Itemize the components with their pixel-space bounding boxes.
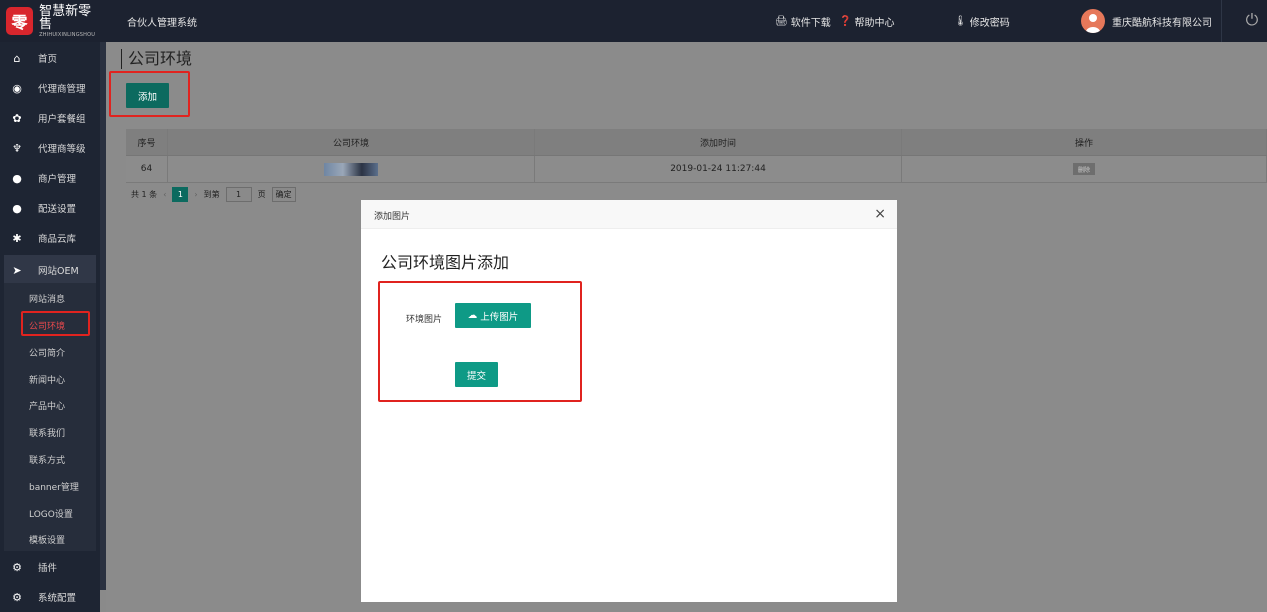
submenu-item-news-center[interactable]: 新闻中心 — [29, 373, 65, 386]
upload-image-button[interactable]: ☁ 上传图片 — [455, 303, 531, 328]
modal-heading: 公司环境图片添加 — [381, 253, 510, 272]
add-button[interactable]: 添加 — [126, 83, 169, 108]
package-icon: ✿ — [12, 111, 22, 125]
sidebar-item-label: 商品云库 — [38, 234, 77, 245]
sidebar-item-label: 网站OEM — [38, 266, 79, 277]
sidebar-item-label: 用户套餐组 — [38, 114, 86, 125]
software-download-label: 软件下载 — [790, 18, 831, 29]
download-icon: 🖨 — [775, 16, 788, 27]
submenu-item-banner[interactable]: banner管理 — [29, 480, 79, 493]
telegram-icon: ➤ — [12, 263, 22, 277]
logout-power-icon[interactable]: ⏻ — [1243, 11, 1261, 29]
submenu-item-logo[interactable]: LOGO设置 — [29, 507, 73, 520]
sidebar-item-label: 插件 — [38, 563, 58, 574]
add-image-modal: 添加图片 × 公司环境图片添加 环境图片 ☁ 上传图片 提交 — [361, 200, 897, 602]
sidebar-item-home[interactable]: ⌂ 首页 — [0, 43, 100, 73]
sidebar-item-user-package[interactable]: ✿ 用户套餐组 — [0, 103, 100, 133]
sidebar-item-label: 配送设置 — [38, 204, 77, 215]
environment-table: 序号 公司环境 添加时间 操作 64 2019-01-24 11:27:44 删… — [126, 129, 1267, 183]
page-title: 公司环境 — [121, 49, 192, 69]
sidebar-item-delivery[interactable]: ● 配送设置 — [0, 193, 100, 223]
top-navigation-bar: 零 智慧新零售 ZHIHUIXINLINGSHOU 合伙人管理系统 🖨 软件下载… — [0, 0, 1267, 42]
agent-icon: ◉ — [12, 81, 22, 95]
cell-added-time: 2019-01-24 11:27:44 — [535, 156, 902, 182]
sidebar-item-label: 商户管理 — [38, 174, 77, 185]
pager-prev-icon[interactable]: ‹ — [163, 190, 166, 199]
pagination: 共 1 条 ‹ 1 › 到第 1 页 确定 — [131, 187, 296, 202]
company-name[interactable]: 重庆酷航科技有限公司 — [1112, 14, 1212, 29]
submenu-item-product-center[interactable]: 产品中心 — [29, 399, 65, 412]
cell-environment-image — [168, 156, 535, 182]
submit-button[interactable]: 提交 — [455, 362, 498, 387]
system-title: 合伙人管理系统 — [127, 18, 197, 29]
table-row: 64 2019-01-24 11:27:44 删除 — [126, 156, 1267, 183]
environment-thumbnail[interactable] — [324, 162, 378, 176]
submenu-item-template[interactable]: 模板设置 — [29, 533, 65, 546]
pager-confirm-button[interactable]: 确定 — [271, 187, 296, 202]
settings-icon: ⚙ — [12, 590, 22, 604]
sidebar-item-cloud-goods[interactable]: ✱ 商品云库 — [0, 223, 100, 253]
cloud-upload-icon: ☁ — [467, 310, 478, 321]
sidebar-item-label: 代理商管理 — [38, 84, 86, 95]
close-icon[interactable]: × — [874, 206, 886, 222]
header-environment: 公司环境 — [168, 129, 535, 155]
help-center-label: 帮助中心 — [854, 18, 895, 29]
environment-image-label: 环境图片 — [406, 315, 443, 325]
sidebar-item-agent-level[interactable]: ♆ 代理商等级 — [0, 133, 100, 163]
merchant-icon: ● — [12, 171, 22, 185]
avatar-head-icon — [1089, 14, 1097, 22]
sidebar-item-plugins[interactable]: ⚙ 插件 — [0, 552, 100, 582]
sidebar-item-website-oem[interactable]: ➤ 网站OEM — [4, 255, 96, 285]
sidebar-item-label: 首页 — [38, 54, 58, 65]
logo-subtitle: ZHIHUIXINLINGSHOU — [39, 31, 96, 38]
modal-title: 添加图片 — [374, 212, 411, 222]
change-password-link[interactable]: 🌡 修改密码 — [954, 14, 1010, 29]
home-icon: ⌂ — [13, 51, 21, 65]
plugin-icon: ⚙ — [12, 560, 22, 574]
software-download-link[interactable]: 🖨 软件下载 — [775, 14, 831, 29]
header-action: 操作 — [902, 129, 1267, 155]
pager-next-icon[interactable]: › — [194, 190, 197, 199]
pager-goto-label: 到第 — [203, 190, 220, 199]
logo-badge-icon: 零 — [6, 7, 34, 35]
pager-total: 共 1 条 — [131, 190, 158, 199]
delivery-icon: ● — [12, 201, 22, 215]
submenu-item-contact-info[interactable]: 联系方式 — [29, 453, 65, 466]
header-added-time: 添加时间 — [535, 129, 902, 155]
help-center-link[interactable]: ❓ 帮助中心 — [839, 14, 894, 29]
cell-action: 删除 — [902, 156, 1267, 182]
app-logo[interactable]: 零 智慧新零售 ZHIHUIXINLINGSHOU — [6, 5, 102, 38]
topbar-divider — [1221, 0, 1222, 42]
pager-page-label: 页 — [257, 190, 266, 199]
modal-header: 添加图片 × — [361, 200, 897, 229]
thermometer-icon: 🌡 — [954, 16, 967, 27]
question-icon: ❓ — [839, 16, 852, 27]
logo-text: 智慧新零售 ZHIHUIXINLINGSHOU — [39, 5, 102, 38]
sidebar-item-merchant[interactable]: ● 商户管理 — [0, 163, 100, 193]
pager-goto-input[interactable]: 1 — [225, 187, 252, 202]
change-password-label: 修改密码 — [969, 18, 1010, 29]
user-avatar[interactable] — [1081, 9, 1105, 33]
cell-id: 64 — [126, 156, 168, 182]
level-icon: ♆ — [12, 141, 22, 155]
header-id: 序号 — [126, 129, 168, 155]
upload-image-label: 上传图片 — [480, 311, 519, 323]
sidebar-item-label: 代理商等级 — [38, 144, 86, 155]
cloud-goods-icon: ✱ — [12, 231, 22, 245]
sidebar-item-agent-management[interactable]: ◉ 代理商管理 — [0, 73, 100, 103]
delete-button[interactable]: 删除 — [1073, 163, 1095, 175]
submenu-item-site-news[interactable]: 网站消息 — [29, 292, 65, 305]
table-header: 序号 公司环境 添加时间 操作 — [126, 129, 1267, 156]
submenu-item-contact-us[interactable]: 联系我们 — [29, 426, 65, 439]
avatar-body-icon — [1086, 27, 1100, 33]
sidebar-item-system-config[interactable]: ⚙ 系统配置 — [0, 582, 100, 612]
sidebar-item-label: 系统配置 — [38, 593, 77, 604]
logo-title: 智慧新零售 — [39, 3, 92, 32]
submenu-item-company-profile[interactable]: 公司简介 — [29, 346, 65, 359]
pager-current-page[interactable]: 1 — [172, 187, 189, 202]
highlight-box-submenu — [21, 311, 90, 336]
